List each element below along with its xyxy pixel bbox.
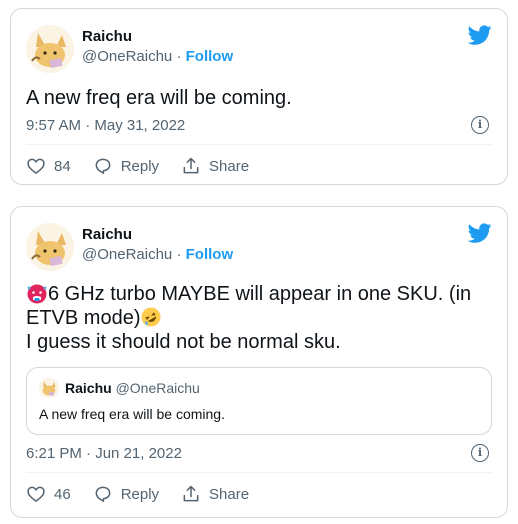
tweet-text: 6 GHz turbo MAYBE will appear in one SKU… bbox=[26, 282, 496, 354]
reply-icon bbox=[95, 158, 111, 174]
info-icon[interactable]: i bbox=[471, 116, 489, 134]
quoted-tweet-text: A new freq era will be coming. bbox=[39, 406, 225, 422]
tweet-text: A new freq era will be coming. bbox=[26, 87, 292, 109]
twitter-bird-icon[interactable] bbox=[468, 23, 492, 47]
avatar[interactable] bbox=[26, 223, 74, 271]
share-icon bbox=[183, 485, 199, 502]
tweet-text-part1: 6 GHz turbo MAYBE will appear in one SKU… bbox=[26, 283, 472, 329]
divider bbox=[26, 144, 492, 145]
author-handle[interactable]: @OneRaichu bbox=[82, 246, 172, 263]
quoted-avatar bbox=[39, 378, 59, 398]
author-handle-line: @OneRaichu · Follow bbox=[82, 246, 233, 263]
separator-dot: · bbox=[176, 246, 182, 263]
heart-icon bbox=[27, 486, 45, 503]
share-label: Share bbox=[209, 485, 250, 503]
like-count: 84 bbox=[54, 157, 71, 175]
share-label: Share bbox=[209, 157, 250, 175]
author-name[interactable]: Raichu bbox=[82, 226, 132, 243]
follow-link[interactable]: Follow bbox=[186, 48, 234, 65]
share-button[interactable]: Share bbox=[181, 484, 249, 504]
divider bbox=[26, 472, 492, 473]
author-name[interactable]: Raichu bbox=[82, 28, 132, 45]
share-button[interactable]: Share bbox=[181, 156, 249, 176]
quoted-author: Raichu @OneRaichu bbox=[65, 380, 200, 396]
quoted-author-name: Raichu bbox=[65, 380, 112, 396]
tweet-timestamp[interactable]: 6:21 PM · Jun 21, 2022 bbox=[26, 445, 182, 462]
separator-dot: · bbox=[176, 48, 182, 65]
tweet-timestamp[interactable]: 9:57 AM · May 31, 2022 bbox=[26, 117, 185, 134]
reply-button[interactable]: Reply bbox=[93, 156, 159, 176]
avatar[interactable] bbox=[26, 25, 74, 73]
rofl-emoji bbox=[141, 307, 161, 327]
tweet-actions: 46 Reply Share bbox=[26, 484, 271, 504]
follow-link[interactable]: Follow bbox=[186, 246, 234, 263]
reply-label: Reply bbox=[120, 157, 160, 175]
info-icon[interactable]: i bbox=[471, 444, 489, 462]
raichu-avatar-icon bbox=[26, 25, 74, 73]
like-count: 46 bbox=[54, 485, 71, 503]
reply-button[interactable]: Reply bbox=[93, 484, 159, 504]
heart-icon bbox=[27, 158, 45, 175]
tweet-actions: 84 Reply Share bbox=[26, 156, 271, 176]
raichu-avatar-icon bbox=[26, 223, 74, 271]
raichu-avatar-icon bbox=[39, 378, 59, 398]
like-button[interactable]: 84 bbox=[26, 156, 71, 176]
tweet-card[interactable]: Raichu @OneRaichu · Follow 6 GHz turbo M… bbox=[10, 206, 508, 518]
author-handle-line: @OneRaichu · Follow bbox=[82, 48, 233, 65]
hot-face-emoji bbox=[27, 284, 47, 304]
quoted-tweet[interactable]: Raichu @OneRaichu A new freq era will be… bbox=[26, 367, 492, 435]
tweet-text-line2: I guess it should not be normal sku. bbox=[26, 331, 341, 353]
quoted-author-handle: @OneRaichu bbox=[115, 380, 200, 396]
tweet-card[interactable]: Raichu @OneRaichu · Follow A new freq er… bbox=[10, 8, 508, 185]
share-icon bbox=[183, 157, 199, 174]
reply-label: Reply bbox=[120, 485, 160, 503]
reply-icon bbox=[95, 486, 111, 502]
twitter-bird-icon[interactable] bbox=[468, 221, 492, 245]
like-button[interactable]: 46 bbox=[26, 484, 71, 504]
author-handle[interactable]: @OneRaichu bbox=[82, 48, 172, 65]
